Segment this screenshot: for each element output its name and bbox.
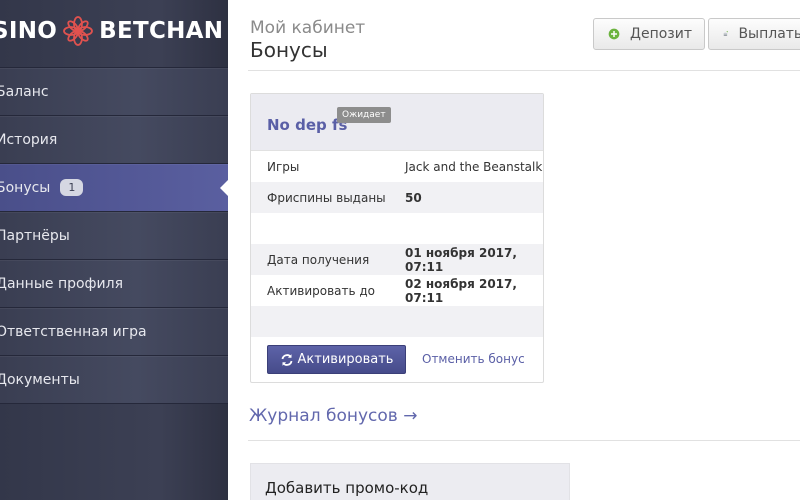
sidebar-item-label: Ответственная игра — [0, 323, 147, 340]
bonus-row-games: Игры Jack and the Beanstalk — [251, 151, 543, 182]
logo-text-left: SINO — [0, 18, 58, 44]
bonus-row-received: Дата получения 01 ноября 2017, 07:11 — [251, 244, 543, 275]
bonus-card-header: No dep fs Ожидает — [251, 94, 543, 151]
sidebar-item-label: Партнёры — [0, 227, 70, 244]
bonus-row-activate-until: Активировать до 02 ноября 2017, 07:11 — [251, 275, 543, 306]
bonus-row-spacer — [251, 213, 543, 244]
bonus-title: No dep fs — [267, 116, 348, 134]
section-divider — [248, 440, 800, 441]
bonus-row-freespins: Фриспины выданы 50 — [251, 182, 543, 213]
promo-title: Добавить промо-код — [265, 479, 429, 497]
row-key: Активировать до — [267, 283, 376, 298]
status-badge: Ожидает — [337, 107, 391, 123]
payout-label: Выплаты — [738, 26, 800, 42]
breadcrumb: Мой кабинет — [250, 18, 366, 38]
row-key: Дата получения — [267, 252, 370, 267]
sidebar-item-bonuses[interactable]: Бонусы 1 — [0, 164, 228, 212]
plus-circle-icon — [608, 28, 620, 40]
sidebar-item-label: Документы — [0, 371, 80, 388]
logo-text-right: BETCHAN — [99, 18, 224, 44]
row-value: 01 ноября 2017, 07:11 — [405, 245, 517, 274]
sidebar-item-label: Данные профиля — [0, 275, 123, 292]
promo-code-panel: Добавить промо-код — [250, 463, 570, 500]
main-content: Мой кабинет Бонусы Депозит Выплаты No de… — [228, 0, 800, 500]
payout-button[interactable]: Выплаты — [708, 18, 800, 50]
sidebar-item-profile[interactable]: Данные профиля — [0, 260, 228, 308]
sidebar-item-label: Бонусы — [0, 179, 51, 196]
bonus-card: No dep fs Ожидает Игры Jack and the Bean… — [250, 93, 544, 383]
sidebar-item-balance[interactable]: Баланс — [0, 68, 228, 116]
flower-icon — [63, 16, 94, 46]
row-key: Фриспины выданы — [267, 190, 386, 205]
bonus-row-spacer — [251, 306, 543, 337]
sidebar-item-documents[interactable]: Документы — [0, 356, 228, 404]
sidebar: SINO BETCHAN Баланс История Бонусы 1 Пар… — [0, 0, 228, 500]
sidebar-item-partners[interactable]: Партнёры — [0, 212, 228, 260]
activate-label: Активировать — [297, 352, 394, 367]
activate-button[interactable]: Активировать — [267, 345, 406, 374]
sidebar-item-label: История — [0, 131, 58, 148]
coins-icon — [723, 31, 729, 36]
bonus-journal-link[interactable]: Журнал бонусов → — [249, 406, 417, 426]
sidebar-item-history[interactable]: История — [0, 116, 228, 164]
sidebar-nav: Баланс История Бонусы 1 Партнёры Данные … — [0, 67, 228, 404]
sidebar-item-label: Баланс — [0, 83, 49, 100]
sidebar-item-responsible-gaming[interactable]: Ответственная игра — [0, 308, 228, 356]
header-divider — [248, 70, 800, 71]
row-value: Jack and the Beanstalk — [405, 159, 543, 174]
row-value: 02 ноября 2017, 07:11 — [405, 276, 517, 305]
row-value: 50 — [405, 190, 422, 205]
refresh-icon — [281, 353, 292, 366]
deposit-label: Депозит — [630, 26, 692, 42]
row-key: Игры — [267, 159, 300, 174]
page-title: Бонусы — [250, 38, 328, 62]
deposit-button[interactable]: Депозит — [593, 18, 705, 50]
logo[interactable]: SINO BETCHAN — [0, 14, 223, 48]
cancel-bonus-link[interactable]: Отменить бонус — [422, 352, 525, 366]
count-badge: 1 — [60, 179, 84, 196]
